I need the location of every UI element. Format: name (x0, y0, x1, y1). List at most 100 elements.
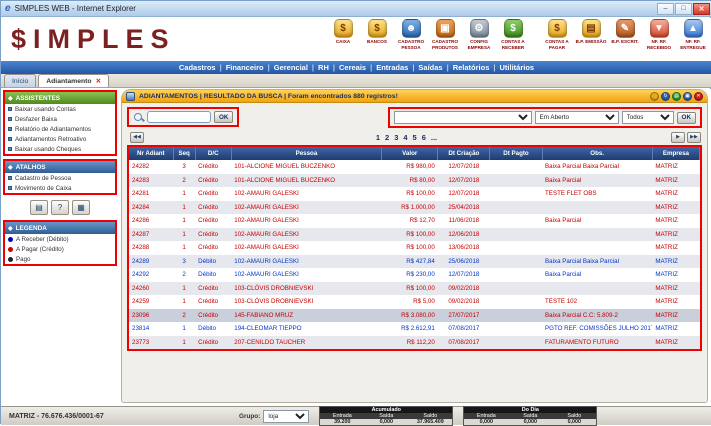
search-input[interactable] (147, 111, 211, 123)
cell-pessoa: 145-FABIANO MRUZ (231, 309, 381, 323)
page-link-[interactable]: ... (431, 133, 437, 142)
sidebar-item-baixar-usando-cheques[interactable]: Baixar usando Cheques (5, 144, 115, 154)
toolbar-button-nf-recebido[interactable]: ▼NF. RF. RECEBIDO (643, 19, 675, 50)
print-button[interactable]: ▤ (30, 200, 48, 215)
close-icon[interactable]: ✕ (694, 92, 703, 101)
toolbar-button-bancos[interactable]: $BANCOS (361, 19, 393, 50)
maximize-button[interactable]: □ (675, 3, 692, 15)
tab-inicio[interactable]: Início (4, 74, 36, 87)
export-icon[interactable]: ▤ (672, 92, 681, 101)
column-header-nr-adiant[interactable]: Nr Adiant (129, 147, 173, 160)
doc-icon: ▤ (582, 19, 601, 38)
table-row[interactable]: 242922Débito102-AMAURI GALESKIR$ 230,001… (129, 268, 700, 282)
pessoa-select[interactable] (394, 111, 532, 124)
legenda-list: A Receber (Débito)A Pagar (Crédito)Pago (5, 234, 115, 264)
sidebar-item-movimento-de-caixa[interactable]: Movimento de Caixa (5, 183, 115, 193)
status-select[interactable]: Em Aberto (535, 111, 619, 124)
cell-valor: R$ 100,00 (382, 282, 438, 296)
search-ok-button[interactable]: OK (214, 111, 233, 123)
cell-dc: Débito (195, 255, 231, 269)
legend-label: A Pagar (Crédito) (16, 246, 64, 253)
close-window-button[interactable]: ✕ (693, 3, 710, 15)
help-button[interactable]: ? (51, 200, 69, 215)
toolbar-button-label: NF. RF. RECEBIDO (643, 39, 675, 50)
next-page-button[interactable]: ▶ (671, 132, 685, 143)
bullet-icon (8, 147, 12, 151)
cell-obs: Baixa Parcial (542, 174, 652, 188)
last-page-button[interactable]: ▶▶ (687, 132, 701, 143)
first-page-button[interactable]: ◀◀ (130, 132, 144, 143)
page-link-2[interactable]: 2 (385, 133, 389, 142)
page-link-4[interactable]: 4 (403, 133, 407, 142)
bullet-icon (8, 137, 12, 141)
column-header-valor[interactable]: Valor (382, 147, 438, 160)
sidebar-item-relatorio-de-adiantamentos[interactable]: Relatório de Adiantamentos (5, 124, 115, 134)
cell-pessoa: 102-AMAURI GALESKI (231, 201, 381, 215)
sidebar-item-cadastro-de-pessoa[interactable]: Cadastro de Pessoa (5, 173, 115, 183)
menu-item-financeiro[interactable]: Financeiro (222, 63, 268, 72)
table-row[interactable]: 242811Crédito102-AMAURI GALESKIR$ 100,00… (129, 187, 700, 201)
page-link-5[interactable]: 5 (413, 133, 417, 142)
column-header-dt-criacao[interactable]: Dt Criação (438, 147, 490, 160)
escopo-select[interactable]: Todos (622, 111, 674, 124)
table-row[interactable]: 242823Crédito101-ALCIONE MIGUEL BUCZENKO… (129, 160, 700, 174)
menu-item-utilitarios[interactable]: Utilitários (496, 63, 539, 72)
assistentes-title: ASSISTENTES (16, 95, 60, 102)
tab-adiantamento[interactable]: Adiantamento✕ (38, 74, 109, 87)
window-title: SIMPLES WEB - Internet Explorer (15, 4, 136, 13)
table-row[interactable]: 242841Crédito102-AMAURI GALESKIR$ 1.000,… (129, 201, 700, 215)
table-row[interactable]: 242832Crédito101-ALCIONE MIGUEL BUCZENKO… (129, 174, 700, 188)
table-row[interactable]: 230962Crédito145-FABIANO MRUZR$ 3.080,00… (129, 309, 700, 323)
sidebar-item-desfazer-baixa[interactable]: Desfazer Baixa (5, 114, 115, 124)
menu-item-cereais[interactable]: Cereais (335, 63, 370, 72)
print-icon[interactable]: ▣ (683, 92, 692, 101)
toolbar-button-contas-a-pagar[interactable]: $CONTAS A PAGAR (541, 19, 573, 50)
toolbar-button-cadastro-produtos[interactable]: ▣CADASTRO PRODUTOS (429, 19, 461, 50)
page-link-3[interactable]: 3 (394, 133, 398, 142)
page-link-1[interactable]: 1 (376, 133, 380, 142)
table-row[interactable]: 242591Crédito103-CLÓVIS DROBNIEVSKIR$ 5,… (129, 295, 700, 309)
menu-item-relatorios[interactable]: Relatórios (449, 63, 494, 72)
menu-item-gerencial[interactable]: Gerencial (270, 63, 312, 72)
menu-item-entradas[interactable]: Entradas (372, 63, 412, 72)
menu-item-rh[interactable]: RH (314, 63, 333, 72)
toolbar-button-bp-escrit[interactable]: ✎B.P. ESCRIT. (609, 19, 641, 50)
table-row[interactable]: 242601Crédito103-CLÓVIS DROBNIEVSKIR$ 10… (129, 282, 700, 296)
table-row[interactable]: 242871Crédito102-AMAURI GALESKIR$ 100,00… (129, 228, 700, 242)
toolbar-button-contas-a-receber[interactable]: $CONTAS A RECEBER (497, 19, 529, 50)
toolbar-button-cadastro-pessoa[interactable]: ☻CADASTRO PESSOA (395, 19, 427, 50)
column-header-d-c[interactable]: D/C (195, 147, 231, 160)
table-row[interactable]: 242881Crédito102-AMAURI GALESKIR$ 100,00… (129, 241, 700, 255)
page-link-6[interactable]: 6 (422, 133, 426, 142)
tab-close-icon[interactable]: ✕ (96, 77, 101, 85)
content: ◆ ASSISTENTES Baixar usando ContasDesfaz… (1, 89, 711, 406)
column-header-obs[interactable]: Obs. (542, 147, 652, 160)
table-row[interactable]: 242893Débito102-AMAURI GALESKIR$ 427,842… (129, 255, 700, 269)
toolbar-button-label: B.P. ESCRIT. (611, 39, 638, 45)
toolbar-group2: $CONTAS A PAGAR▤B.P. EMISSÃO✎B.P. ESCRIT… (541, 19, 709, 50)
sidebar-item-baixar-usando-contas[interactable]: Baixar usando Contas (5, 104, 115, 114)
menu-item-saidas[interactable]: Saídas (414, 63, 446, 72)
cell-obs (542, 201, 652, 215)
table-row[interactable]: 238141Débito194-CLEOMAR TIEPPOR$ 2.612,9… (129, 322, 700, 336)
sidebar-item-adiantamentos-retroativo[interactable]: Adiantamentos Retroativo (5, 134, 115, 144)
theme-icon[interactable] (650, 92, 659, 101)
column-header-dt-pagto[interactable]: Dt Pagto (490, 147, 542, 160)
calculator-button[interactable]: ▦ (72, 200, 90, 215)
toolbar-button-caixa[interactable]: $CAIXA (327, 19, 359, 50)
table-row[interactable]: 237731Crédito207-CENILDO TAUCHERR$ 112,2… (129, 336, 700, 350)
legend-item-a-receber-debito: A Receber (Débito) (5, 234, 115, 244)
filter-ok-button[interactable]: OK (677, 112, 696, 124)
refresh-icon[interactable]: ↻ (661, 92, 670, 101)
toolbar-button-config-empresa[interactable]: ⚙CONFIG EMPRESA (463, 19, 495, 50)
toolbar-button-nf-entregue[interactable]: ▲NF. RF. ENTREGUE (677, 19, 709, 50)
menu-item-cadastros[interactable]: Cadastros (175, 63, 220, 72)
cell-pessoa: 102-AMAURI GALESKI (231, 241, 381, 255)
minimize-button[interactable]: – (657, 3, 674, 15)
column-header-empresa[interactable]: Empresa (652, 147, 699, 160)
column-header-seq[interactable]: Seq (173, 147, 195, 160)
table-row[interactable]: 242861Crédito102-AMAURI GALESKIR$ 12,701… (129, 214, 700, 228)
column-header-pessoa[interactable]: Pessoa (231, 147, 381, 160)
toolbar-button-bp-emissao[interactable]: ▤B.P. EMISSÃO (575, 19, 607, 50)
grupo-select[interactable]: loja (263, 410, 309, 423)
